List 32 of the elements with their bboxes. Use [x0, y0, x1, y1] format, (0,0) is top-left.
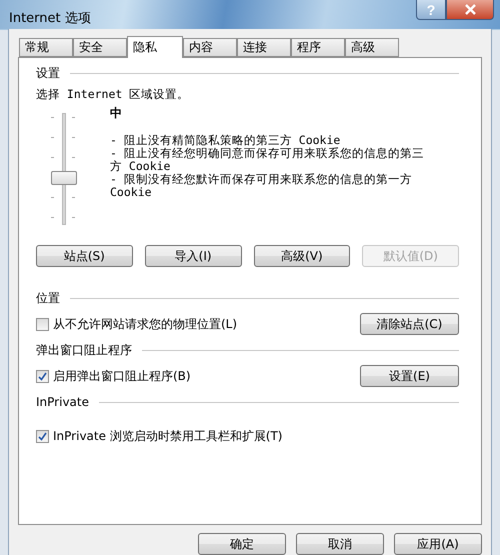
close-button[interactable] — [446, 0, 494, 20]
section-button[interactable]: 设置(E) — [360, 365, 459, 387]
tab[interactable]: 程序 — [291, 38, 345, 57]
tab[interactable]: 连接 — [237, 38, 291, 57]
section-heading: 设置 — [36, 64, 60, 82]
dialog-button[interactable]: 应用(A) — [394, 533, 482, 555]
dialog-button[interactable]: 取消 — [296, 533, 384, 555]
checkbox[interactable] — [36, 370, 49, 382]
tab[interactable]: 高级 — [345, 38, 399, 57]
zone-prompt: 选择 Internet 区域设置。 — [36, 87, 190, 102]
tab[interactable]: 常规 — [19, 38, 73, 57]
section-heading: 位置 — [36, 290, 60, 306]
tab[interactable]: 安全 — [73, 38, 127, 57]
privacy-button[interactable]: 导入(I) — [144, 245, 242, 267]
dialog-button[interactable]: 确定 — [198, 533, 286, 555]
section-heading: InPrivate — [36, 395, 89, 409]
tab[interactable]: 内容 — [183, 38, 237, 57]
checkbox[interactable] — [36, 318, 49, 330]
section-button[interactable]: 清除站点(C) — [360, 313, 459, 335]
window-title: Internet 选项 — [8, 10, 91, 27]
privacy-level: 中 — [110, 105, 123, 122]
privacy-button[interactable]: 站点(S) — [36, 245, 133, 267]
checkbox[interactable] — [36, 430, 49, 442]
tab[interactable]: 隐私 — [127, 36, 183, 58]
close-icon — [464, 4, 476, 15]
privacy-button[interactable]: 高级(V) — [254, 245, 350, 267]
level-description: - 阻止没有精简隐私策略的第三方 Cookie - 阻止没有经您明确同意而保存可用来联系您的信息的第三方 Cookie - 限制没有经您默许而保存可用来联系您的信息的第一方 Cookie — [110, 134, 425, 199]
slider-thumb[interactable] — [51, 171, 77, 185]
section-heading: 弹出窗口阻止程序 — [36, 342, 132, 358]
option-label: 启用弹出窗口阻止程序(B) — [53, 368, 191, 384]
option-label: 从不允许网站请求您的物理位置(L) — [53, 316, 238, 332]
option-label: InPrivate 浏览启动时禁用工具栏和扩展(T) — [53, 428, 282, 444]
